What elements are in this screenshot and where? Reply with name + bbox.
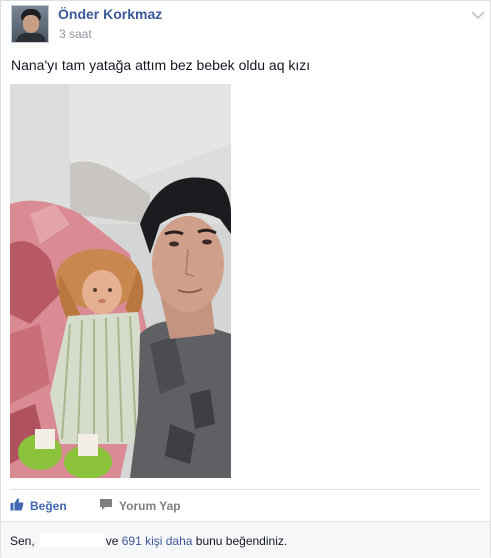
post-message: Nana'yı tam yatağa attım bez bebek oldu … xyxy=(11,57,311,73)
other-likers-link[interactable]: 691 kişi daha xyxy=(122,534,193,548)
redacted-name xyxy=(39,533,104,547)
post-timestamp[interactable]: 3 saat xyxy=(59,27,92,41)
feed-post: Önder Korkmaz 3 saat Nana'yı tam yatağa … xyxy=(0,0,491,558)
chevron-down-icon[interactable] xyxy=(471,7,485,20)
post-header: Önder Korkmaz 3 saat xyxy=(11,5,485,45)
author-avatar[interactable] xyxy=(11,5,49,43)
like-button[interactable]: Beğen xyxy=(10,497,67,514)
actions-divider xyxy=(10,489,481,490)
speech-bubble-icon xyxy=(99,497,119,514)
likes-suffix: bunu beğendiniz. xyxy=(195,534,288,548)
likes-prefix: Sen, xyxy=(10,534,35,548)
likes-conjunction: ve xyxy=(105,534,119,548)
post-photo[interactable] xyxy=(10,84,231,478)
like-label: Beğen xyxy=(30,498,67,513)
comment-label: Yorum Yap xyxy=(119,498,181,513)
likes-text: Sen, ve 691 kişi daha bunu beğendiniz. xyxy=(10,533,287,548)
likes-summary: Sen, ve 691 kişi daha bunu beğendiniz. xyxy=(1,521,490,558)
author-name-link[interactable]: Önder Korkmaz xyxy=(58,6,162,22)
thumbs-up-icon xyxy=(10,497,30,514)
comment-button[interactable]: Yorum Yap xyxy=(99,497,181,514)
